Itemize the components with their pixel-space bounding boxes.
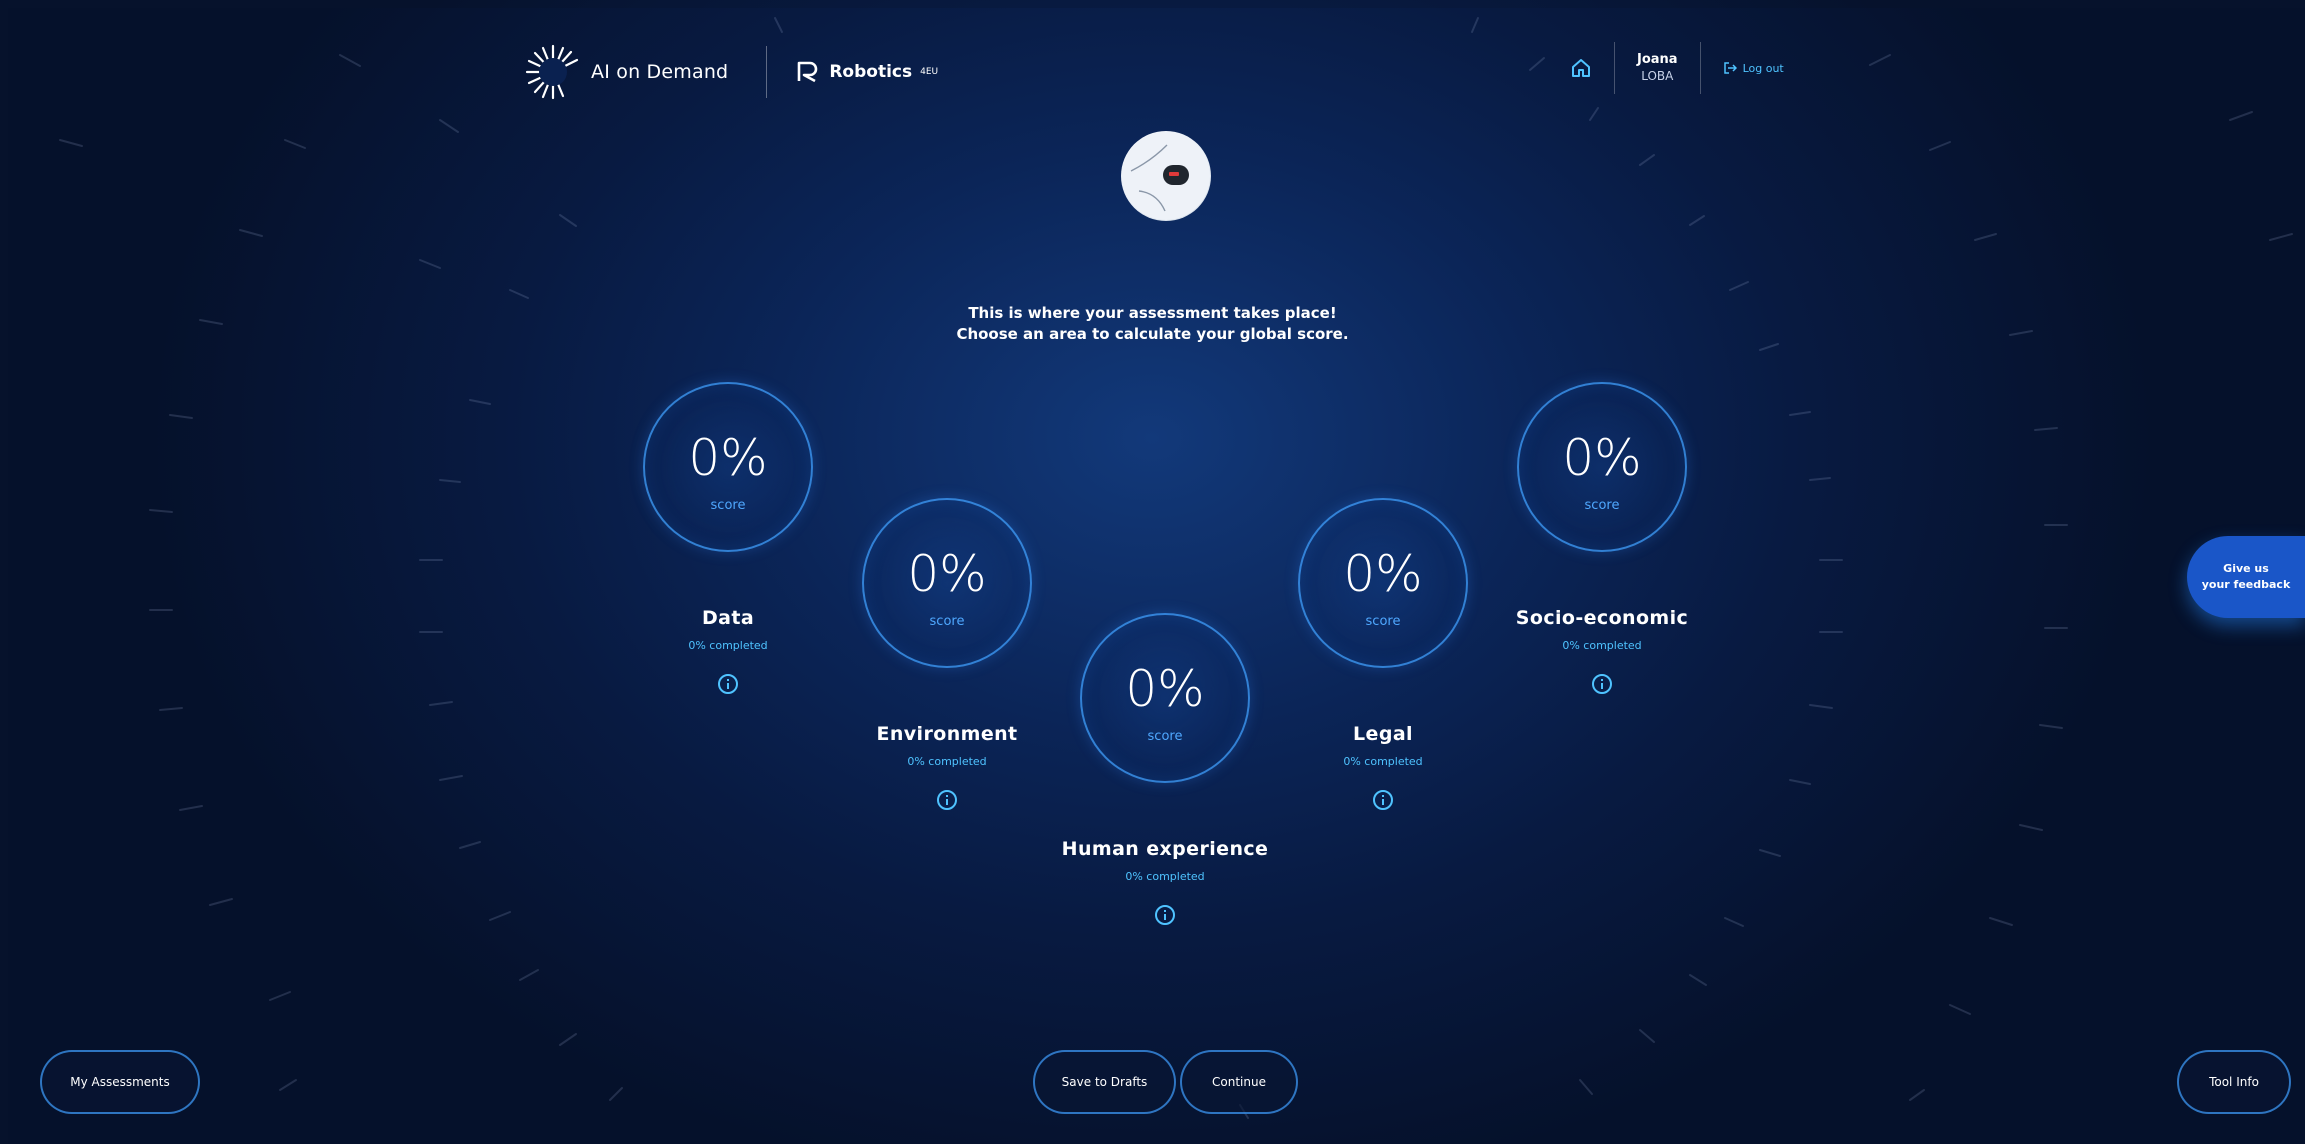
robotics4eu-logo[interactable]: Robotics 4EU [795, 59, 938, 85]
area-score-label: score [1365, 613, 1401, 629]
area-percent: 0% [1562, 428, 1642, 487]
top-navigation: Joana LOBA Log out [1570, 40, 1784, 96]
feedback-button[interactable]: Give us your feedback [2187, 536, 2305, 618]
area-percent: 0% [907, 544, 987, 603]
area-percent: 0% [1125, 659, 1205, 718]
area-title: Human experience [1061, 838, 1269, 860]
area-score-circle[interactable]: 0% score [1298, 498, 1468, 668]
user-first-name: Joana [1637, 52, 1678, 67]
area-percent: 0% [1343, 544, 1423, 603]
area-score-circle[interactable]: 0% score [1080, 613, 1250, 783]
robot-avatar [1121, 131, 1211, 221]
area-score-circle[interactable]: 0% score [1517, 382, 1687, 552]
home-icon[interactable] [1570, 57, 1592, 79]
info-icon[interactable] [718, 674, 738, 694]
my-assessments-button[interactable]: My Assessments [40, 1050, 200, 1114]
ai-on-demand-logo[interactable]: AI on Demand [523, 42, 728, 102]
info-icon[interactable] [937, 790, 957, 810]
area-completed: 0% completed [1343, 755, 1423, 768]
ai-on-demand-burst-icon [525, 44, 579, 100]
area-score-label: score [1147, 728, 1183, 744]
brand-divider [766, 46, 768, 98]
area-socio-economic: 0% score Socio-economic 0% completed [1452, 382, 1752, 698]
intro-line-1: This is where your assessment takes plac… [968, 304, 1337, 322]
feedback-line-1: Give us [2223, 562, 2269, 575]
info-icon[interactable] [1155, 905, 1175, 925]
area-title: Socio-economic [1515, 607, 1689, 629]
intro-line-2: Choose an area to calculate your global … [956, 325, 1349, 343]
logout-icon [1723, 62, 1737, 74]
robotics4eu-icon [798, 61, 818, 83]
area-score-circle[interactable]: 0% score [862, 498, 1032, 668]
robotics-suffix: 4EU [920, 67, 939, 77]
tool-info-button[interactable]: Tool Info [2177, 1050, 2291, 1114]
area-score-label: score [929, 613, 965, 629]
area-title: Legal [1353, 723, 1413, 745]
feedback-line-2: your feedback [2201, 578, 2291, 591]
logout-label: Log out [1742, 61, 1784, 75]
area-completed: 0% completed [1125, 870, 1205, 883]
intro-text: This is where your assessment takes plac… [0, 303, 2305, 345]
robotics-label: Robotics [829, 62, 913, 82]
info-icon[interactable] [1373, 790, 1393, 810]
brand-logos: AI on Demand Robotics 4EU [523, 42, 938, 102]
area-percent: 0% [688, 428, 768, 487]
logout-button[interactable]: Log out [1701, 61, 1784, 75]
ai-on-demand-label: AI on Demand [591, 61, 729, 83]
user-last-name: LOBA [1641, 69, 1674, 83]
info-icon[interactable] [1592, 674, 1612, 694]
area-score-circle[interactable]: 0% score [643, 382, 813, 552]
save-to-drafts-button[interactable]: Save to Drafts [1033, 1050, 1176, 1114]
area-completed: 0% completed [1562, 639, 1642, 652]
area-score-label: score [710, 497, 746, 513]
continue-button[interactable]: Continue [1180, 1050, 1298, 1114]
area-score-label: score [1584, 497, 1620, 513]
user-profile[interactable]: Joana LOBA [1615, 52, 1700, 84]
